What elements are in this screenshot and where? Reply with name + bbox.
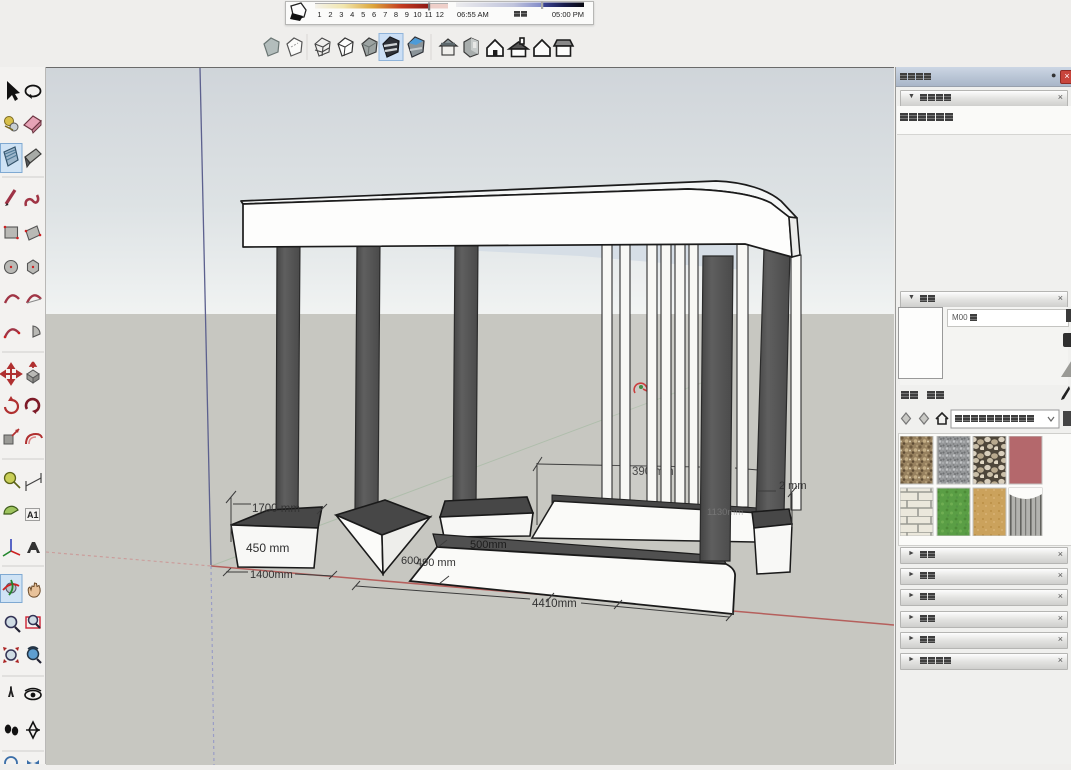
svg-text:10: 10 xyxy=(413,10,421,19)
svg-text:6: 6 xyxy=(372,10,376,19)
svg-text:1130mm: 1130mm xyxy=(707,507,743,518)
svg-text:11: 11 xyxy=(425,10,433,19)
svg-text:A1: A1 xyxy=(27,510,39,520)
svg-text:7: 7 xyxy=(383,10,387,19)
svg-text:1: 1 xyxy=(317,10,321,19)
svg-text:490 mm: 490 mm xyxy=(416,557,456,569)
svg-text:05:00 PM: 05:00 PM xyxy=(552,10,584,19)
svg-text:5: 5 xyxy=(361,10,365,19)
svg-text:1400mm: 1400mm xyxy=(250,569,293,581)
svg-text:450 mm: 450 mm xyxy=(246,541,289,555)
svg-text:9: 9 xyxy=(405,10,409,19)
svg-text:4410mm: 4410mm xyxy=(532,598,577,610)
svg-text:500mm: 500mm xyxy=(470,539,507,551)
svg-text:1700 mm: 1700 mm xyxy=(252,503,300,515)
svg-text:2 mm: 2 mm xyxy=(779,480,807,492)
svg-text:3: 3 xyxy=(339,10,343,19)
svg-text:06:55 AM: 06:55 AM xyxy=(457,10,489,19)
svg-text:12: 12 xyxy=(436,10,444,19)
svg-text:4: 4 xyxy=(350,10,354,19)
svg-text:2: 2 xyxy=(328,10,332,19)
svg-text:8: 8 xyxy=(394,10,398,19)
